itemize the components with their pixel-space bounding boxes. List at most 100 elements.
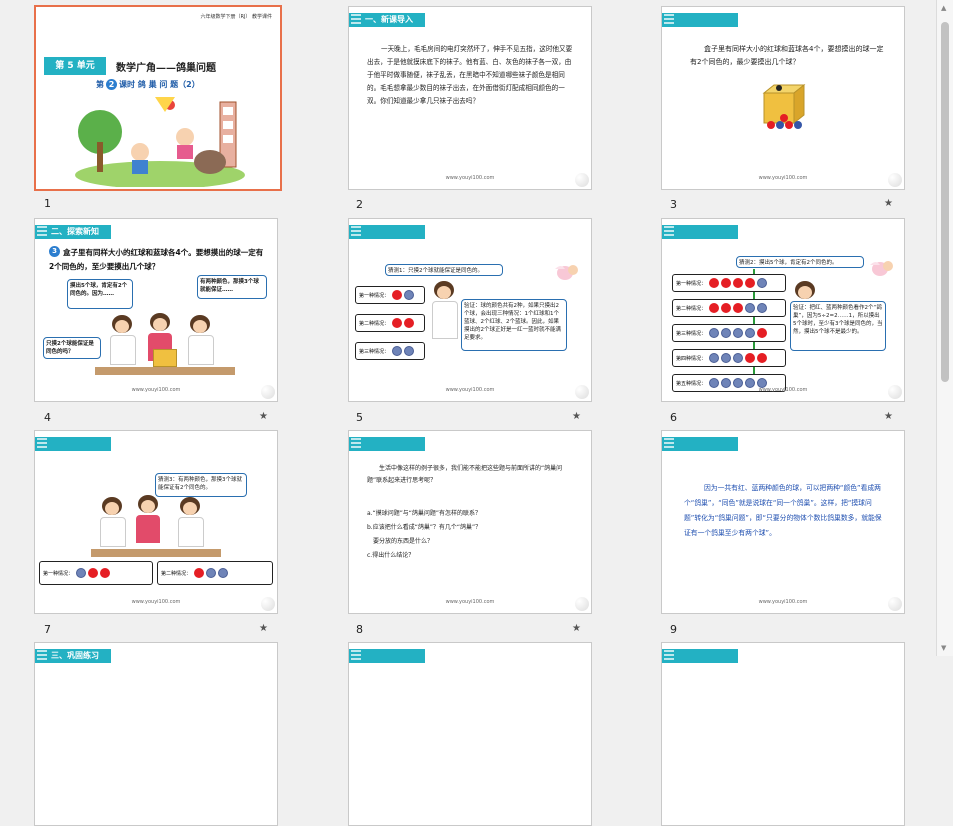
slide-thumbnail-2[interactable]: 一、新课导入 一天晚上，毛毛房间的电灯突然坏了，伸手不见五指，这时他又要出去，于… xyxy=(348,6,592,190)
star-icon[interactable]: ★ xyxy=(572,623,581,634)
slide-header-bar xyxy=(662,13,738,27)
case-row: 第一种情况： xyxy=(672,274,786,292)
slide3-text: 盒子里有同样大小的红球和蓝球各4个，要想摸出的球一定有2个同色的，最少要摸出几个… xyxy=(690,45,884,66)
slide-number-6: 6 xyxy=(670,411,677,424)
slide-header-bar xyxy=(662,437,738,451)
slide-header: 一、新课导入 xyxy=(349,13,425,27)
slide-number-4: 4 xyxy=(44,411,51,424)
slide-number-2: 2 xyxy=(356,198,363,211)
slide-number-9: 9 xyxy=(670,623,677,636)
ball-box-icon xyxy=(762,83,806,129)
page-curl-icon xyxy=(888,597,902,611)
footer-url: www.youyi100.com xyxy=(131,599,181,605)
lesson-rest: 课时 鸽 巢 问 题（2） xyxy=(119,80,200,89)
page-curl-icon xyxy=(575,385,589,399)
slide-header-bar xyxy=(35,437,111,451)
footer-url: www.youyi100.com xyxy=(445,599,495,605)
slide2-text: 一天晚上，毛毛房间的电灯突然坏了，伸手不见五指，这时他又要出去，于是他就摸床底下… xyxy=(367,45,573,105)
speech-bubble-3: 只摸2个球能保证是同色的吗？ xyxy=(43,337,101,359)
page-curl-icon xyxy=(575,597,589,611)
unit-badge: 第 5 单元 xyxy=(44,57,106,75)
case-row: 第一种情况： xyxy=(355,286,425,304)
scroll-down-icon[interactable]: ▼ xyxy=(941,644,946,652)
slide8-intro: 生活中像这样的例子很多，我们能不能把这些题与前面所讲的“鸽巢问题”联系起来进行思… xyxy=(367,465,563,484)
case-row: 第四种情况： xyxy=(672,349,786,367)
table-illustration xyxy=(91,549,221,557)
slide-header: 二、探索新知 xyxy=(35,225,111,239)
lesson-number-badge: 2 xyxy=(106,79,117,90)
page-curl-icon xyxy=(888,385,902,399)
slide-header-bar xyxy=(349,225,425,239)
star-icon[interactable]: ★ xyxy=(884,411,893,422)
slide-number-7: 7 xyxy=(44,623,51,636)
kid-illustration xyxy=(429,281,459,341)
slide-thumbnail-11[interactable] xyxy=(348,642,592,826)
footer-url: www.youyi100.com xyxy=(445,387,495,393)
slide-thumbnail-7[interactable]: 猜测3：有两种颜色，那摸3个球就能保证有2个同色的。 第一种情况： 第二种情况：… xyxy=(34,430,278,614)
table-illustration xyxy=(95,367,235,375)
slide1-top-label: 六年级数学下册（RJ） 教学课件 xyxy=(200,14,272,20)
slide-thumbnail-6[interactable]: 猜测2：摸出5个球，肯定有2个同色的。 第一种情况： 第二种情况： 第三种情况：… xyxy=(661,218,905,402)
slide-header: 三、巩固练习 xyxy=(35,649,111,663)
case-row: 第二种情况： xyxy=(355,314,425,332)
slide-thumbnail-3[interactable]: 盒子里有同样大小的红球和蓝球各4个，要想摸出的球一定有2个同色的，最少要摸出几个… xyxy=(661,6,905,190)
cupid-icon xyxy=(555,265,578,280)
slide-header-bar xyxy=(662,225,738,239)
guess-bubble: 猜测1：只摸2个球就能保证是同色的。 xyxy=(385,264,503,276)
slide-header-bar xyxy=(349,649,425,663)
slide-thumbnail-9[interactable]: 因为一共有红、蓝两种颜色的球，可以把两种“颜色”看成两个“鸽巢”，“同色”就是说… xyxy=(661,430,905,614)
footer-url: www.youyi100.com xyxy=(758,599,808,605)
scroll-up-icon[interactable]: ▲ xyxy=(941,4,946,12)
speech-bubble-2: 有两种颜色，那摸3个球就能保证…… xyxy=(197,275,267,299)
question-c: c.得出什么结论？ xyxy=(367,552,415,559)
unit-title: 数学广角——鸽巢问题 xyxy=(116,63,216,74)
case-row: 第二种情况： xyxy=(157,561,273,585)
kid-illustration xyxy=(97,497,127,549)
slide-number-8: 8 xyxy=(356,623,363,636)
slide-thumbnail-12[interactable] xyxy=(661,642,905,826)
guess-bubble: 猜测3：有两种颜色，那摸3个球就能保证有2个同色的。 xyxy=(155,473,247,497)
cover-illustration xyxy=(75,97,245,187)
scrollbar-thumb[interactable] xyxy=(941,22,949,382)
slide-thumbnail-1[interactable]: 六年级数学下册（RJ） 教学课件 第 5 单元 数学广角——鸽巢问题 第 2 课… xyxy=(34,5,282,191)
footer-url: www.youyi100.com xyxy=(758,387,808,393)
star-icon[interactable]: ★ xyxy=(259,411,268,422)
slide-header-bar xyxy=(349,437,425,451)
case-row: 第三种情况： xyxy=(355,342,425,360)
slide-thumbnail-10[interactable]: 三、巩固练习 xyxy=(34,642,278,826)
slide9-text-content: 因为一共有红、蓝两种颜色的球，可以把两种“颜色”看成两个“鸽巢”，“同色”就是说… xyxy=(684,484,882,537)
guess-bubble: 猜测2：摸出5个球，肯定有2个同色的。 xyxy=(736,256,864,268)
kid-illustration xyxy=(133,495,163,547)
case-row: 第三种情况： xyxy=(672,324,786,342)
star-icon[interactable]: ★ xyxy=(572,411,581,422)
slide-thumbnail-5[interactable]: 猜测1：只摸2个球就能保证是同色的。 第一种情况： 第二种情况： 第三种情况： … xyxy=(348,218,592,402)
slide-number-1: 1 xyxy=(44,197,51,210)
page-curl-icon xyxy=(261,597,275,611)
slide9-text: 因为一共有红、蓝两种颜色的球，可以把两种“颜色”看成两个“鸽巢”，“同色”就是说… xyxy=(684,481,888,541)
lesson-line: 第 2 课时 鸽 巢 问 题（2） xyxy=(96,79,200,90)
question-text: 盒子里有同样大小的红球和蓝球各4个。要想摸出的球一定有2个同色的，至少要摸出几个… xyxy=(49,248,264,271)
slide-thumbnail-8[interactable]: 生活中像这样的例子很多，我们能不能把这些题与前面所讲的“鸽巢问题”联系起来进行思… xyxy=(348,430,592,614)
question-b-sub: 要分放的东西是什么？ xyxy=(373,538,434,545)
footer-url: www.youyi100.com xyxy=(445,175,495,181)
case-row: 第二种情况： xyxy=(672,299,786,317)
speech-bubble-1: 摸出5个球，肯定有2个同色的。因为…… xyxy=(67,279,133,309)
kid-illustration xyxy=(175,497,205,549)
footer-url: www.youyi100.com xyxy=(758,175,808,181)
footer-url: www.youyi100.com xyxy=(131,387,181,393)
kid-illustration xyxy=(185,315,215,367)
vertical-scrollbar[interactable]: ▲ ▼ xyxy=(936,0,953,656)
star-icon[interactable]: ★ xyxy=(884,198,893,209)
slide-thumbnail-4[interactable]: 二、探索新知 3 盒子里有同样大小的红球和蓝球各4个。要想摸出的球一定有2个同色… xyxy=(34,218,278,402)
cupid-icon xyxy=(870,261,893,276)
case-row: 第一种情况： xyxy=(39,561,153,585)
lesson-prefix: 第 xyxy=(96,80,104,89)
kid-illustration xyxy=(107,315,137,367)
page-curl-icon xyxy=(261,385,275,399)
star-icon[interactable]: ★ xyxy=(259,623,268,634)
page-curl-icon xyxy=(575,173,589,187)
box-illustration xyxy=(153,349,177,367)
question-a: a.“摸球问题”与“鸽巢问题”有怎样的联系？ xyxy=(367,510,482,517)
slide-header-bar xyxy=(662,649,738,663)
slide-number-3: 3 xyxy=(670,198,677,211)
